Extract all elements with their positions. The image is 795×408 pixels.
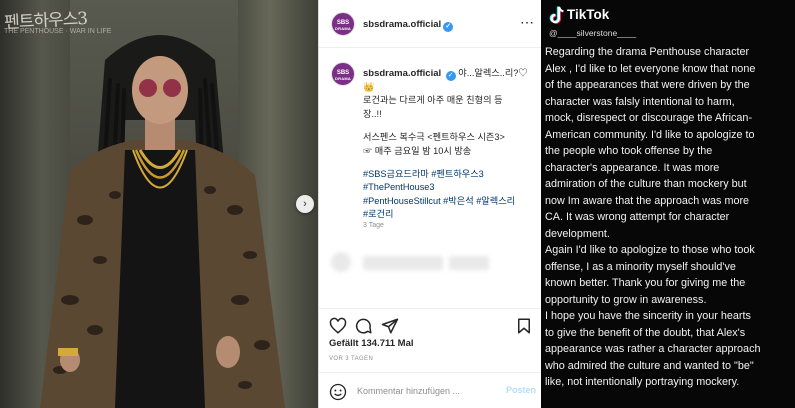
statement-line: to give the benefit of the doubt, that A…	[545, 326, 746, 339]
statement-line: opportunity to grow in awareness.	[545, 293, 707, 306]
hashtag-line[interactable]: #ThePentHouse3	[363, 181, 533, 194]
caption-line-3: 로건과는 다르게 아주 매운 친형의 등	[363, 95, 503, 106]
statement-line: character was falsly intentional to harm…	[545, 95, 735, 108]
post-header: SBS DRAMA sbsdrama.official ✓ ⋯	[319, 0, 542, 48]
statement-line: character's appearance. It was more	[545, 161, 720, 174]
tiktok-handle[interactable]: @____silverstone____	[549, 28, 636, 38]
caption-line-6: 서스펜스 복수극 <펜트하우스 시즌3>	[363, 132, 505, 143]
tiktok-statement-panel: TikTok @____silverstone____ Regarding th…	[541, 0, 795, 408]
blurred-comment-avatar	[331, 252, 351, 272]
statement-line: Again I'd like to apologize to those who…	[545, 244, 755, 256]
post-caption: sbsdrama.official ✓ 야...알렉스..리?♡ 👑 로건과는 …	[363, 67, 533, 222]
tiktok-logo-icon	[549, 6, 564, 24]
hashtag-line[interactable]: #PentHouseStillcut #박은석 #알렉스리	[363, 195, 533, 208]
more-options-icon[interactable]: ⋯	[520, 14, 534, 31]
apology-statement: Regarding the drama Penthouse character A…	[545, 44, 795, 391]
verified-badge-icon: ✓	[445, 71, 456, 81]
statement-line: mock, disrespect or discourage the Afric…	[545, 112, 753, 124]
caption-line-4: 장..!!	[363, 108, 382, 119]
statement-line: development.	[545, 227, 610, 240]
statement-line: I hope you have the sincerity in your he…	[545, 310, 751, 322]
comment-bar: Posten	[319, 372, 542, 408]
caption-avatar[interactable]: SBS DRAMA	[331, 62, 355, 86]
character-illustration	[40, 35, 285, 408]
caption-line-7: ☞ 매주 금요일 밤 10시 방송	[363, 145, 472, 156]
statement-line: of the appearances that were driven by t…	[545, 79, 750, 91]
account-name-link[interactable]: sbsdrama.official ✓	[363, 19, 454, 32]
account-avatar[interactable]: SBS DRAMA	[331, 12, 355, 36]
hashtag-line[interactable]: #로건리	[363, 208, 533, 221]
share-icon[interactable]	[381, 317, 399, 335]
post-photo[interactable]: 펜트하우스3 THE PENTHOUSE · WAR IN LIFE ›	[0, 0, 318, 408]
caption-account-link[interactable]: sbsdrama.official	[363, 68, 441, 79]
emoji-icon[interactable]	[329, 383, 347, 401]
like-count[interactable]: Gefällt 134.711 Mal	[329, 338, 414, 349]
statement-line: CA. It was wrong attempt for character	[545, 211, 730, 223]
bookmark-icon[interactable]	[515, 317, 533, 335]
hashtag-line[interactable]: #SBS금요드라마 #펜트하우스3	[363, 168, 533, 181]
statement-line: known better. Thank you for giving me th…	[545, 277, 746, 289]
statement-line: Alex , I'd like to let everyone know tha…	[545, 62, 756, 75]
statement-line: offense, I as a minority myself should'v…	[545, 260, 736, 273]
drama-logo-subtitle: THE PENTHOUSE · WAR IN LIFE	[4, 28, 112, 35]
verified-badge-icon: ✓	[443, 22, 454, 32]
comment-input[interactable]	[357, 383, 497, 399]
post-comment-button[interactable]: Posten	[506, 385, 536, 395]
posted-time: VOR 3 TAGEN	[329, 356, 374, 362]
comment-icon[interactable]	[355, 317, 373, 335]
caption-line-1: sbsdrama.official ✓ 야...알렉스..리?♡	[363, 68, 528, 81]
blurred-comment-text	[449, 256, 489, 270]
instagram-post-sidebar: SBS DRAMA sbsdrama.official ✓ ⋯ SBS DRAMA s…	[318, 0, 542, 408]
statement-line: appearance was rather a character approa…	[545, 343, 761, 355]
caption-time-ago: 3 Tage	[363, 222, 384, 229]
statement-line: now Im aware that the approach was more	[545, 194, 750, 207]
tiktok-brand: TikTok	[567, 7, 610, 22]
next-photo-button[interactable]: ›	[296, 195, 314, 213]
statement-line: who admired the culture and wanted to "b…	[545, 359, 754, 372]
post-action-bar	[319, 308, 542, 340]
blurred-comment-text	[363, 256, 443, 270]
statement-line: the people who took offense by the	[545, 145, 713, 157]
statement-line: like, not intentionally portraying mocke…	[545, 376, 740, 388]
caption-crown-emoji: 👑	[363, 82, 375, 92]
heart-icon[interactable]	[329, 317, 347, 335]
statement-line: Regarding the drama Penthouse character	[545, 46, 750, 58]
statement-line: admiration of the culture than mockery b…	[545, 178, 747, 190]
statement-line: American community. I'd like to apologiz…	[545, 128, 755, 141]
